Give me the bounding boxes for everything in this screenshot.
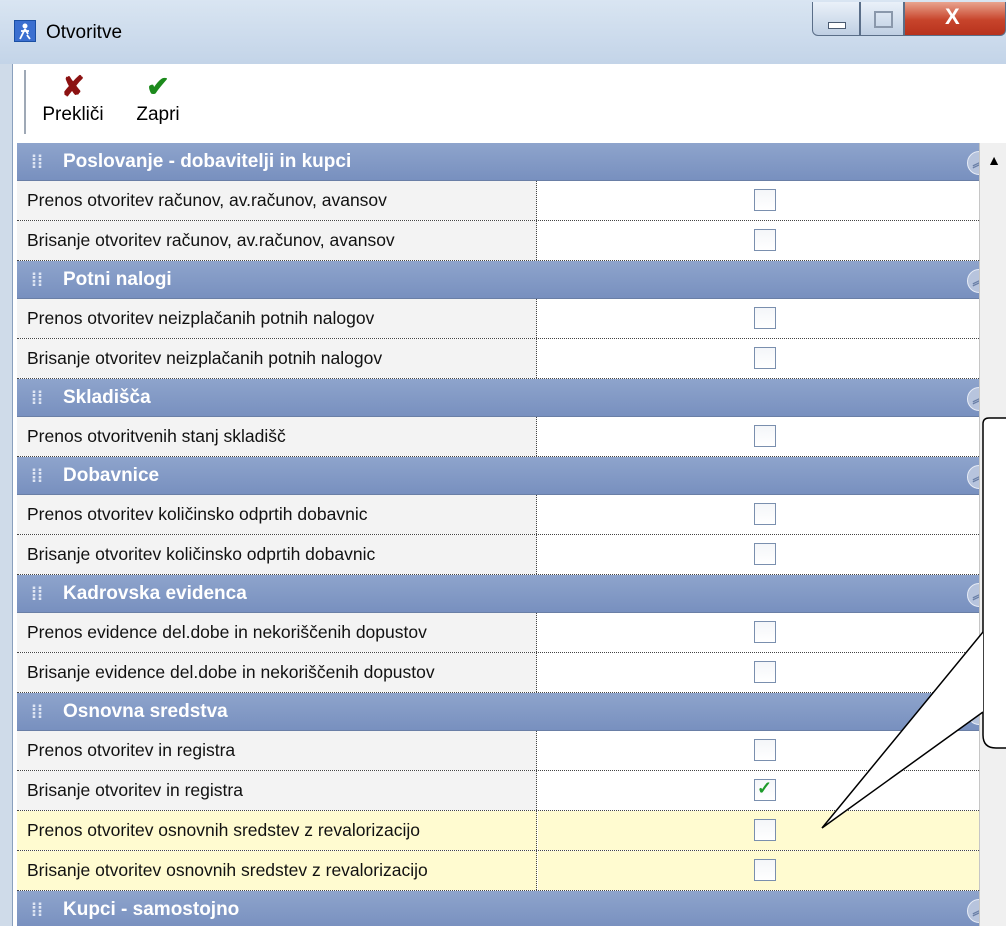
options-grid: ⁞⁞Poslovanje - dobavitelji in kupci︽Pren… [17, 143, 991, 926]
option-value-cell[interactable] [538, 339, 979, 378]
green-check-icon: ✔ [146, 71, 170, 102]
option-checkbox[interactable] [754, 307, 776, 329]
option-value-cell[interactable] [538, 417, 979, 456]
grip-icon: ⁞⁞ [31, 466, 43, 486]
option-checkbox[interactable]: ✓ [754, 778, 776, 801]
option-label: Brisanje evidence del.dobe in nekoriščen… [17, 653, 537, 692]
section-header[interactable]: ⁞⁞Dobavnice︽ [17, 457, 991, 495]
grip-icon: ⁞⁞ [31, 388, 43, 408]
section-header[interactable]: ⁞⁞Potni nalogi︽ [17, 261, 991, 299]
option-row: Prenos evidence del.dobe in nekoriščenih… [17, 613, 979, 653]
section-title: Skladišča [63, 387, 151, 408]
option-row: Brisanje otvoritev in registra ✓ [17, 771, 979, 811]
option-checkbox[interactable] [754, 229, 776, 251]
option-row: Prenos otvoritvenih stanj skladišč [17, 417, 979, 457]
option-value-cell[interactable] [538, 299, 979, 338]
section-title: Potni nalogi [63, 269, 172, 290]
option-label: Prenos otvoritev neizplačanih potnih nal… [17, 299, 537, 338]
section-header[interactable]: ⁞⁞Osnovna sredstva︽ [17, 693, 991, 731]
close-button-label: Zapri [136, 104, 180, 125]
grip-icon: ⁞⁞ [31, 270, 43, 290]
option-value-cell[interactable] [538, 535, 979, 574]
option-checkbox[interactable] [754, 859, 776, 881]
grip-icon: ⁞⁞ [31, 584, 43, 604]
section-title: Poslovanje - dobavitelji in kupci [63, 151, 352, 172]
grip-icon: ⁞⁞ [31, 702, 43, 722]
section-title: Kadrovska evidenca [63, 583, 247, 604]
client-area: ✘ Prekliči ✔ Zapri ⁞⁞ Poslovanje - dobavi… [12, 64, 1006, 926]
close-icon: X [945, 4, 960, 29]
option-row: Brisanje otvoritev količinsko odprtih do… [17, 535, 979, 575]
option-checkbox[interactable] [754, 739, 776, 761]
option-checkbox[interactable] [754, 543, 776, 565]
option-checkbox[interactable] [754, 819, 776, 841]
option-value-cell[interactable] [538, 181, 979, 220]
option-row: Prenos otvoritev osnovnih sredstev z rev… [17, 811, 979, 851]
toolbar: ✘ Prekliči ✔ Zapri [13, 64, 1006, 142]
section-header[interactable]: ⁞⁞Kadrovska evidenca︽ [17, 575, 991, 613]
option-value-cell[interactable] [538, 653, 979, 692]
option-label: Prenos evidence del.dobe in nekoriščenih… [17, 613, 537, 652]
cancel-button-label: Prekliči [42, 104, 104, 125]
option-checkbox[interactable] [754, 503, 776, 525]
option-label: Prenos otvoritev količinsko odprtih doba… [17, 495, 537, 534]
option-row: Brisanje otvoritev osnovnih sredstev z r… [17, 851, 979, 891]
option-label: Brisanje otvoritev osnovnih sredstev z r… [17, 851, 537, 890]
option-checkbox[interactable] [754, 425, 776, 447]
section-header[interactable]: ⁞⁞Skladišča︽ [17, 379, 991, 417]
section-title: Osnovna sredstva [63, 701, 228, 722]
section-header[interactable]: ⁞⁞Poslovanje - dobavitelji in kupci︽ [17, 143, 991, 181]
red-x-icon: ✘ [61, 71, 85, 102]
option-value-cell[interactable] [538, 811, 979, 850]
option-row: Prenos otvoritev računov, av.računov, av… [17, 181, 979, 221]
section-title: Dobavnice [63, 465, 160, 486]
option-row: Brisanje otvoritev računov, av.računov, … [17, 221, 979, 261]
option-value-cell[interactable] [538, 851, 979, 890]
option-label: Brisanje otvoritev količinsko odprtih do… [17, 535, 537, 574]
minimize-button[interactable] [812, 2, 860, 36]
app-icon [14, 20, 36, 42]
option-label: Brisanje otvoritev računov, av.računov, … [17, 221, 537, 260]
window: Otvoritve X ✘ Prekliči ✔ Zapri ⁞⁞ Poslova… [0, 0, 1006, 926]
option-row: Prenos otvoritev in registra [17, 731, 979, 771]
option-checkbox[interactable] [754, 661, 776, 683]
option-value-cell[interactable] [538, 731, 979, 770]
window-title: Otvoritve [46, 22, 123, 43]
option-value-cell[interactable] [538, 613, 979, 652]
option-label: Prenos otvoritev osnovnih sredstev z rev… [17, 811, 537, 850]
option-row: Prenos otvoritev količinsko odprtih doba… [17, 495, 979, 535]
section-header[interactable]: ⁞⁞Kupci - samostojno︽ [17, 891, 991, 926]
grip-icon: ⁞⁞ [31, 152, 43, 172]
option-row: Brisanje evidence del.dobe in nekoriščen… [17, 653, 979, 693]
option-row: Prenos otvoritev neizplačanih potnih nal… [17, 299, 979, 339]
maximize-button[interactable] [860, 2, 904, 36]
minimize-icon [828, 22, 846, 29]
option-checkbox[interactable] [754, 347, 776, 369]
option-label: Prenos otvoritev in registra [17, 731, 537, 770]
option-checkbox[interactable] [754, 189, 776, 211]
toolbar-separator [24, 70, 26, 134]
option-label: Brisanje otvoritev in registra [17, 771, 537, 810]
option-row: Brisanje otvoritev neizplačanih potnih n… [17, 339, 979, 379]
option-label: Prenos otvoritev računov, av.računov, av… [17, 181, 537, 220]
close-toolbar-button[interactable]: ✔ Zapri [123, 70, 193, 136]
option-value-cell[interactable] [538, 221, 979, 260]
title-bar[interactable]: Otvoritve X [0, 0, 1006, 64]
vertical-scrollbar[interactable]: ▲ [979, 143, 1006, 926]
grip-icon: ⁞⁞ [31, 900, 43, 920]
maximize-icon [874, 11, 893, 28]
cancel-button[interactable]: ✘ Prekliči [33, 70, 113, 136]
section-title: Kupci - samostojno [63, 899, 240, 920]
scroll-up-arrow-icon[interactable]: ▲ [983, 147, 1005, 173]
option-label: Brisanje otvoritev neizplačanih potnih n… [17, 339, 537, 378]
option-value-cell[interactable] [538, 495, 979, 534]
option-checkbox[interactable] [754, 621, 776, 643]
option-value-cell[interactable]: ✓ [538, 771, 979, 810]
option-label: Prenos otvoritvenih stanj skladišč [17, 417, 537, 456]
checkmark-icon: ✓ [757, 778, 773, 798]
close-button[interactable]: X [904, 2, 1006, 36]
